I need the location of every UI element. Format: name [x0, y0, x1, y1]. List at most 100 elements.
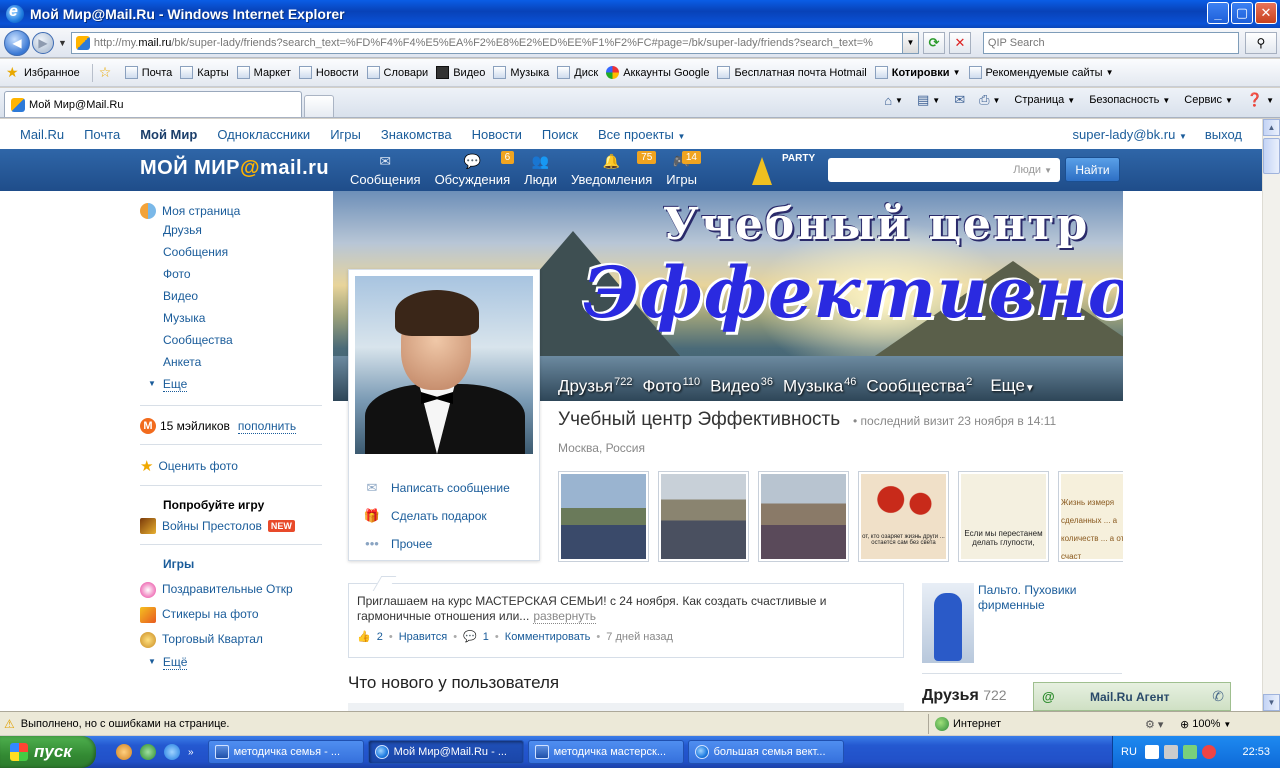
- portal-link-ok[interactable]: Одноклассники: [217, 127, 310, 142]
- protected-mode-icon[interactable]: ⚙ ▾: [1145, 714, 1163, 734]
- search-input[interactable]: QIP Search: [982, 31, 1239, 54]
- mailru-agent-bar[interactable]: @ Mail.Ru Агент ✆: [1033, 682, 1231, 711]
- like-button[interactable]: Нравится: [399, 630, 448, 645]
- sidebar-item-music[interactable]: Музыка: [163, 307, 332, 329]
- search-go-icon[interactable]: ⚲: [1244, 31, 1277, 54]
- comment-button[interactable]: Комментировать: [505, 630, 591, 645]
- fav-link[interactable]: Почта: [124, 66, 172, 79]
- photo-thumb[interactable]: Жизнь измеря сделанных ... а количеств .…: [1058, 471, 1123, 562]
- expand-link[interactable]: развернуть: [533, 609, 596, 624]
- nav-messages[interactable]: ✉ Сообщения: [350, 149, 421, 191]
- ad-block[interactable]: Пальто. Пуховики фирменные: [922, 583, 1122, 663]
- sidebar-item-photo[interactable]: Фото: [163, 263, 332, 285]
- zoom-control[interactable]: ⊕ 100% ▼: [1180, 714, 1231, 734]
- new-tab-button[interactable]: [304, 95, 334, 117]
- portal-link-all-projects[interactable]: Все проекты ▼: [598, 127, 685, 142]
- signal-tray-icon[interactable]: [1182, 745, 1197, 759]
- game-link-stickers[interactable]: Стикеры на фото: [140, 602, 332, 627]
- rate-photo-link[interactable]: ★ Оценить фото: [140, 457, 332, 475]
- vertical-scrollbar[interactable]: ▲ ▼: [1262, 119, 1280, 711]
- photo-thumb[interactable]: Если мы перестанем делать глупости,: [958, 471, 1049, 562]
- fav-link[interactable]: Музыка: [493, 66, 549, 79]
- write-message-link[interactable]: ✉ Написать сообщение: [363, 474, 510, 502]
- fav-link[interactable]: Бесплатная почта Hotmail: [717, 66, 867, 79]
- scroll-down-icon[interactable]: ▼: [1263, 694, 1280, 711]
- fav-link[interactable]: Видео: [436, 66, 485, 79]
- send-gift-link[interactable]: 🎁 Сделать подарок: [363, 502, 510, 530]
- fav-link[interactable]: Диск: [557, 66, 598, 79]
- fav-link[interactable]: Карты: [180, 66, 229, 79]
- start-button[interactable]: пуск: [0, 736, 96, 768]
- warning-icon[interactable]: ⚠: [4, 717, 15, 731]
- sidebar-item-communities[interactable]: Сообщества: [163, 329, 332, 351]
- stat-friends[interactable]: Друзья722: [558, 376, 633, 397]
- people-search-input[interactable]: Люди ▼: [828, 158, 1060, 182]
- fav-link[interactable]: Новости: [298, 66, 359, 79]
- antivirus-tray-icon[interactable]: [1201, 745, 1216, 759]
- stop-icon[interactable]: ✕: [948, 31, 971, 54]
- portal-link-dating[interactable]: Знакомства: [381, 127, 452, 142]
- logout-link[interactable]: выход: [1205, 127, 1242, 142]
- game-link-trade[interactable]: Торговый Квартал: [140, 627, 332, 652]
- home-button[interactable]: ⌂ ▼: [884, 93, 903, 108]
- portal-link-mail[interactable]: Почта: [84, 127, 120, 142]
- network-tray-icon[interactable]: [1163, 745, 1178, 759]
- photo-thumb[interactable]: от, кто озаряет жизнь други ... остается…: [858, 471, 949, 562]
- friends-block-title[interactable]: Друзья 722: [922, 687, 1007, 705]
- comment-icon[interactable]: 💬: [463, 630, 477, 645]
- refresh-icon[interactable]: ⟳: [922, 31, 945, 54]
- phone-icon[interactable]: ✆: [1212, 688, 1224, 705]
- sidebar-item-friends[interactable]: Друзья: [163, 219, 332, 241]
- maximize-button[interactable]: ▢: [1231, 2, 1253, 24]
- stat-communities[interactable]: Сообщества2: [866, 376, 972, 397]
- portal-link-mymir[interactable]: Мой Мир: [140, 127, 197, 142]
- refill-link[interactable]: пополнить: [237, 419, 297, 434]
- help-button[interactable]: ❓ ▼: [1247, 92, 1274, 108]
- taskbar-task[interactable]: методичка мастерск...: [527, 740, 684, 764]
- game-link-postcards[interactable]: Поздравительные Откр: [140, 577, 332, 602]
- fav-link[interactable]: Словари: [366, 66, 428, 79]
- close-button[interactable]: ✕: [1255, 2, 1277, 24]
- print-button[interactable]: ⎙ ▼: [979, 92, 1000, 108]
- photo-thumb[interactable]: [658, 471, 749, 562]
- ad-text[interactable]: Пальто. Пуховики фирменные: [978, 583, 1122, 613]
- fav-link[interactable]: Аккаунты Google: [606, 66, 709, 79]
- user-email-link[interactable]: super-lady@bk.ru ▼: [1073, 127, 1187, 142]
- sidebar-more-button[interactable]: ▼ Еще: [148, 373, 332, 395]
- nav-notifications[interactable]: 75 🔔 Уведомления: [571, 149, 657, 191]
- taskbar-task-active[interactable]: Мой Мир@Mail.Ru - ...: [367, 740, 524, 764]
- portal-link-news[interactable]: Новости: [472, 127, 522, 142]
- favorites-button[interactable]: ★ Избранное: [6, 65, 80, 79]
- games-more-button[interactable]: ▼ Ещё: [148, 652, 332, 672]
- like-icon[interactable]: 👍: [357, 630, 371, 645]
- minimize-button[interactable]: _: [1207, 2, 1229, 24]
- scroll-thumb[interactable]: [1263, 138, 1280, 174]
- sidebar-my-page[interactable]: Моя страница: [140, 203, 332, 219]
- help-tray-icon[interactable]: [1144, 745, 1159, 759]
- stat-photo[interactable]: Фото110: [643, 376, 701, 397]
- chevron-right-icon[interactable]: »: [188, 747, 194, 758]
- back-button[interactable]: ◀: [4, 29, 30, 56]
- quick-launch-app-icon[interactable]: [116, 744, 132, 760]
- mail-button[interactable]: ✉: [954, 92, 965, 108]
- safety-menu[interactable]: Безопасность ▼: [1089, 94, 1170, 106]
- fav-link-suggested[interactable]: Рекомендуемые сайты ▼: [968, 66, 1114, 79]
- mymir-logo[interactable]: МОЙ МИР@mail.ru: [140, 157, 329, 180]
- sidebar-item-video[interactable]: Видео: [163, 285, 332, 307]
- games-title-link[interactable]: Игры: [163, 557, 332, 571]
- feeds-button[interactable]: ▤ ▼: [917, 92, 940, 108]
- game-promo-link[interactable]: Войны Престолов NEW: [140, 518, 332, 534]
- nav-games[interactable]: 14🎮Игры: [666, 149, 701, 191]
- add-favorite-icon[interactable]: ☆: [99, 65, 117, 79]
- portal-link-mailru[interactable]: Mail.Ru: [20, 127, 64, 142]
- stat-video[interactable]: Видео36: [710, 376, 773, 397]
- quick-launch-app-icon[interactable]: [140, 744, 156, 760]
- fav-link-quotes[interactable]: Котировки ▼: [874, 66, 961, 79]
- tab-mymir[interactable]: Мой Мир@Mail.Ru: [4, 91, 302, 117]
- photo-thumb[interactable]: [758, 471, 849, 562]
- portal-link-search[interactable]: Поиск: [542, 127, 578, 142]
- fav-link[interactable]: Маркет: [236, 66, 291, 79]
- scroll-up-icon[interactable]: ▲: [1263, 119, 1280, 136]
- nav-discussions[interactable]: 6 💬 Обсуждения: [435, 149, 515, 191]
- nav-people[interactable]: 👥 Люди: [524, 149, 557, 191]
